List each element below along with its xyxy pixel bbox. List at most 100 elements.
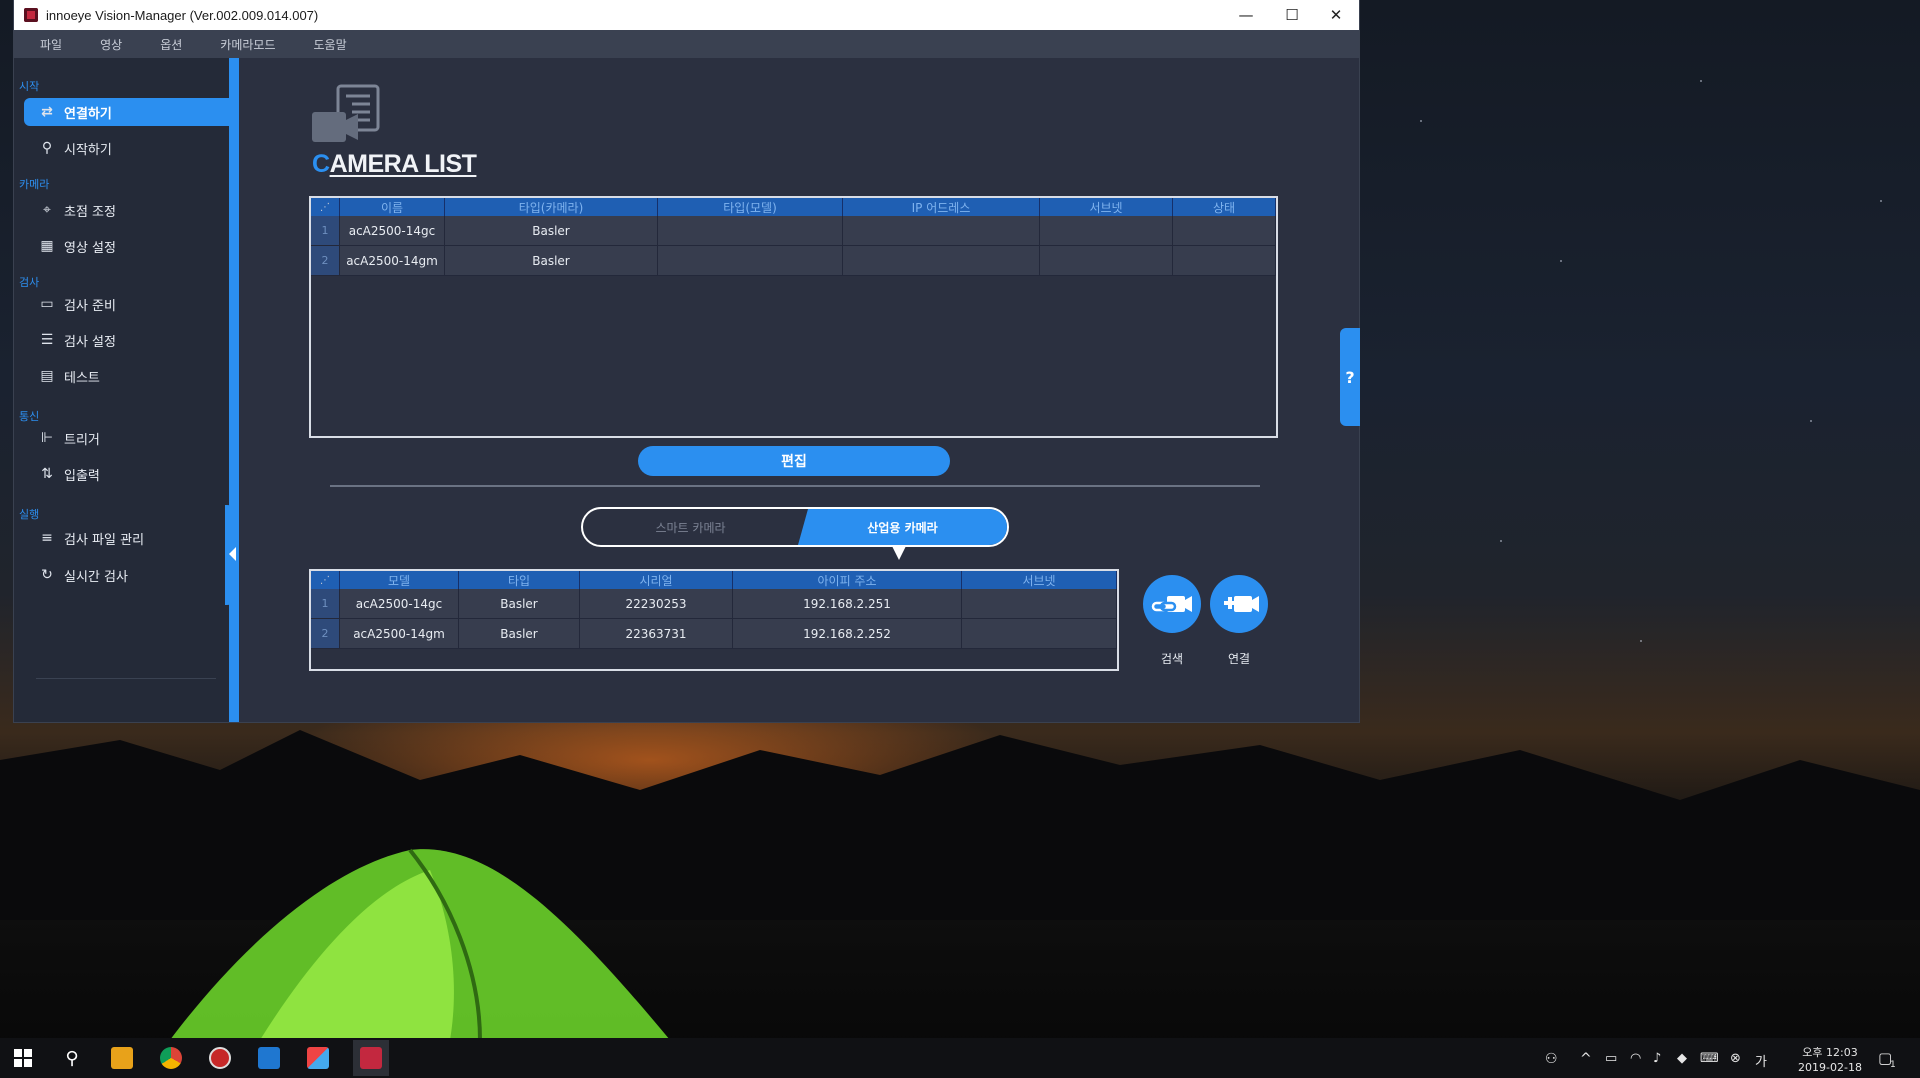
sidebar-item-inspection-settings[interactable]: ☰ 검사 설정 <box>24 326 229 354</box>
folder-icon: ▭ <box>40 296 54 312</box>
sidebar-item-file-manage[interactable]: ≡ 검사 파일 관리 <box>24 524 229 552</box>
column-header[interactable]: 모델 <box>339 571 459 589</box>
clock-date[interactable]: 2019-02-18 <box>1790 1061 1870 1074</box>
close-button[interactable]: ✕ <box>1313 0 1359 30</box>
keyboard-icon[interactable]: ⌨ <box>1700 1051 1719 1066</box>
camera-list-grid[interactable]: ⋰ 이름 타입(카메라) 타입(모델) IP 어드레스 서브넷 상태 1 acA… <box>309 196 1278 438</box>
vision-manager-taskbar-icon[interactable] <box>353 1040 389 1076</box>
sidebar-item-realtime[interactable]: ↻ 실시간 검사 <box>24 561 229 589</box>
connect-label: 연결 <box>1227 652 1251 666</box>
wifi-icon[interactable]: ◠ <box>1630 1051 1641 1066</box>
help-button[interactable]: ? <box>1340 328 1360 426</box>
dropbox-icon[interactable]: ◆ <box>1677 1051 1687 1066</box>
sidebar-item-inspection-prep[interactable]: ▭ 검사 준비 <box>24 290 229 318</box>
table-cell[interactable]: acA2500-14gc <box>339 589 459 619</box>
table-row[interactable]: 1 acA2500-14gc Basler <box>311 216 1276 246</box>
industrial-camera-tab[interactable]: 산업용 카메라 <box>798 509 1007 545</box>
chrome-icon[interactable] <box>158 1045 184 1071</box>
volume-icon[interactable]: ♪ <box>1653 1051 1661 1066</box>
column-header[interactable]: 타입(모델) <box>657 198 843 216</box>
sidebar-item-label: 검사 설정 <box>64 334 116 350</box>
sidebar-item-io[interactable]: ⇅ 입출력 <box>24 460 229 488</box>
table-cell[interactable]: acA2500-14gm <box>339 245 445 276</box>
table-cell[interactable] <box>842 216 1040 246</box>
title-bar[interactable]: innoeye Vision-Manager (Ver.002.009.014.… <box>14 0 1359 30</box>
sidebar-item-label: 검사 준비 <box>64 298 116 314</box>
clock-time[interactable]: 오후 12:03 <box>1790 1044 1870 1060</box>
taskbar-search-icon[interactable]: ⚲ <box>59 1045 85 1071</box>
ime-icon[interactable]: 가 <box>1755 1051 1767 1070</box>
sidebar-item-trigger[interactable]: ⊩ 트리거 <box>24 424 229 452</box>
table-header-row: ⋰ 모델 타입 시리얼 아이피 주소 서브넷 <box>311 571 1117 589</box>
io-icon: ⇅ <box>41 466 53 482</box>
table-cell[interactable]: 22230253 <box>579 589 733 619</box>
table-cell[interactable]: 192.168.2.252 <box>732 618 962 649</box>
menu-file[interactable]: 파일 <box>28 36 74 53</box>
smart-camera-tab[interactable]: 스마트 카메라 <box>583 509 798 545</box>
table-cell[interactable]: Basler <box>444 216 658 246</box>
table-cell[interactable] <box>961 618 1117 649</box>
tray-expand-icon[interactable]: ^ <box>1580 1051 1592 1067</box>
column-header[interactable]: 서브넷 <box>961 571 1117 589</box>
column-header[interactable]: 서브넷 <box>1039 198 1173 216</box>
menu-camera-mode[interactable]: 카메라모드 <box>208 36 287 53</box>
column-header[interactable]: 아이피 주소 <box>732 571 962 589</box>
sidebar-item-test[interactable]: ▤ 테스트 <box>24 362 229 390</box>
camera-list-icon <box>312 84 380 142</box>
tent-image <box>170 848 670 1040</box>
sidebar-item-connect[interactable]: ⇄ 연결하기 <box>24 98 229 126</box>
table-cell[interactable] <box>842 245 1040 276</box>
table-cell[interactable]: Basler <box>444 245 658 276</box>
table-cell[interactable]: Basler <box>458 589 580 619</box>
table-cell[interactable]: acA2500-14gc <box>339 216 445 246</box>
edit-button[interactable]: 편집 <box>638 446 950 476</box>
table-cell[interactable] <box>1039 216 1173 246</box>
sidebar-item-image-settings[interactable]: ▦ 영상 설정 <box>24 232 229 260</box>
table-cell[interactable] <box>1172 216 1276 246</box>
menu-video[interactable]: 영상 <box>88 36 134 53</box>
column-header[interactable]: IP 어드레스 <box>842 198 1040 216</box>
menu-options[interactable]: 옵션 <box>148 36 194 53</box>
table-cell[interactable]: acA2500-14gm <box>339 618 459 649</box>
found-camera-grid[interactable]: ⋰ 모델 타입 시리얼 아이피 주소 서브넷 1 acA2500-14gc Ba… <box>309 569 1119 671</box>
table-cell[interactable] <box>1039 245 1173 276</box>
section-divider <box>330 485 1260 487</box>
table-header-row: ⋰ 이름 타입(카메라) 타입(모델) IP 어드레스 서브넷 상태 <box>311 198 1276 216</box>
minimize-button[interactable]: — <box>1223 0 1269 30</box>
table-cell[interactable]: 192.168.2.251 <box>732 589 962 619</box>
connect-camera-button[interactable] <box>1210 575 1268 633</box>
people-icon[interactable]: ⚇ <box>1545 1051 1558 1067</box>
start-button[interactable] <box>10 1045 36 1071</box>
trello-icon[interactable] <box>256 1045 282 1071</box>
status-icon[interactable]: ⊗ <box>1730 1051 1741 1066</box>
column-header[interactable]: 시리얼 <box>579 571 733 589</box>
table-cell[interactable] <box>961 589 1117 619</box>
table-row[interactable]: 2 acA2500-14gm Basler 22363731 192.168.2… <box>311 618 1117 649</box>
table-cell[interactable]: 22363731 <box>579 618 733 649</box>
column-header[interactable]: 상태 <box>1172 198 1276 216</box>
column-header[interactable]: 타입 <box>458 571 580 589</box>
menu-help[interactable]: 도움말 <box>301 36 358 53</box>
column-header[interactable]: 타입(카메라) <box>444 198 658 216</box>
table-cell[interactable] <box>657 216 843 246</box>
search-camera-button[interactable] <box>1143 575 1201 633</box>
battery-icon[interactable]: ▭ <box>1605 1051 1617 1066</box>
table-cell[interactable]: Basler <box>458 618 580 649</box>
page-title-first-letter: C <box>312 150 330 178</box>
sidebar-item-focus[interactable]: ⌖ 초점 조정 <box>24 196 229 224</box>
star <box>1880 200 1882 202</box>
column-header[interactable]: 이름 <box>339 198 445 216</box>
paint-app-icon[interactable] <box>305 1045 331 1071</box>
browser-icon[interactable] <box>207 1045 233 1071</box>
grid-corner-icon: ⋰ <box>311 571 340 589</box>
table-cell[interactable] <box>657 245 843 276</box>
outlook-icon[interactable] <box>109 1045 135 1071</box>
table-row[interactable]: 1 acA2500-14gc Basler 22230253 192.168.2… <box>311 589 1117 619</box>
row-index: 1 <box>311 589 340 619</box>
maximize-button[interactable]: ☐ <box>1269 0 1315 30</box>
windows-logo-icon <box>14 1049 32 1067</box>
add-camera-icon <box>1224 596 1259 612</box>
sidebar-item-start[interactable]: ⚲ 시작하기 <box>24 134 229 162</box>
table-row[interactable]: 2 acA2500-14gm Basler <box>311 245 1276 276</box>
table-cell[interactable] <box>1172 245 1276 276</box>
